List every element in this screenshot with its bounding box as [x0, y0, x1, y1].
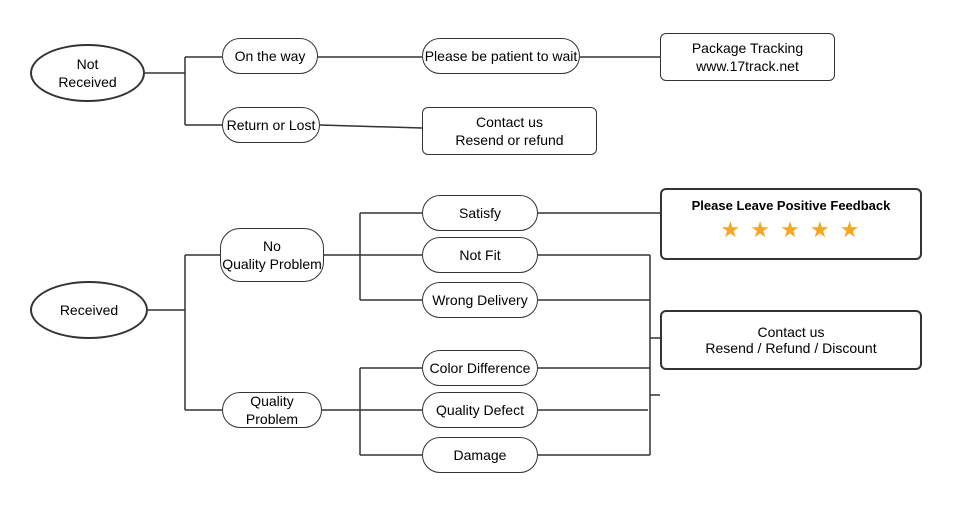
damage-label: Damage	[454, 446, 507, 464]
contact-resend-refund2-box: Contact usResend / Refund / Discount	[660, 310, 922, 370]
return-lost-label: Return or Lost	[227, 116, 316, 134]
not-received-label: NotReceived	[58, 55, 116, 91]
not-received-node: NotReceived	[30, 44, 145, 102]
wrong-delivery-node: Wrong Delivery	[422, 282, 538, 318]
quality-problem-label: Quality Problem	[223, 392, 321, 428]
package-tracking-label: Package Trackingwww.17track.net	[692, 39, 803, 75]
feedback-box: Please Leave Positive Feedback ★ ★ ★ ★ ★	[660, 188, 922, 260]
not-fit-node: Not Fit	[422, 237, 538, 273]
no-quality-label: NoQuality Problem	[222, 237, 322, 273]
package-tracking-node: Package Trackingwww.17track.net	[660, 33, 835, 81]
contact-resend-refund2-label: Contact usResend / Refund / Discount	[705, 324, 876, 356]
received-label: Received	[60, 301, 118, 319]
color-diff-label: Color Difference	[430, 359, 531, 377]
quality-problem-node: Quality Problem	[222, 392, 322, 428]
diagram: NotReceived On the way Return or Lost Pl…	[0, 0, 960, 513]
wrong-delivery-label: Wrong Delivery	[432, 291, 527, 309]
patient-node: Please be patient to wait	[422, 38, 580, 74]
not-fit-label: Not Fit	[459, 246, 500, 264]
return-lost-node: Return or Lost	[222, 107, 320, 143]
quality-defect-node: Quality Defect	[422, 392, 538, 428]
no-quality-node: NoQuality Problem	[220, 228, 324, 282]
quality-defect-label: Quality Defect	[436, 401, 524, 419]
on-the-way-label: On the way	[235, 47, 306, 65]
satisfy-node: Satisfy	[422, 195, 538, 231]
patient-label: Please be patient to wait	[425, 47, 578, 65]
feedback-title: Please Leave Positive Feedback	[674, 198, 908, 213]
on-the-way-node: On the way	[222, 38, 318, 74]
satisfy-label: Satisfy	[459, 204, 501, 222]
color-diff-node: Color Difference	[422, 350, 538, 386]
stars-display: ★ ★ ★ ★ ★	[674, 217, 908, 243]
contact-resend-refund-node: Contact usResend or refund	[422, 107, 597, 155]
received-node: Received	[30, 281, 148, 339]
damage-node: Damage	[422, 437, 538, 473]
contact-resend-refund-label: Contact usResend or refund	[455, 113, 563, 149]
